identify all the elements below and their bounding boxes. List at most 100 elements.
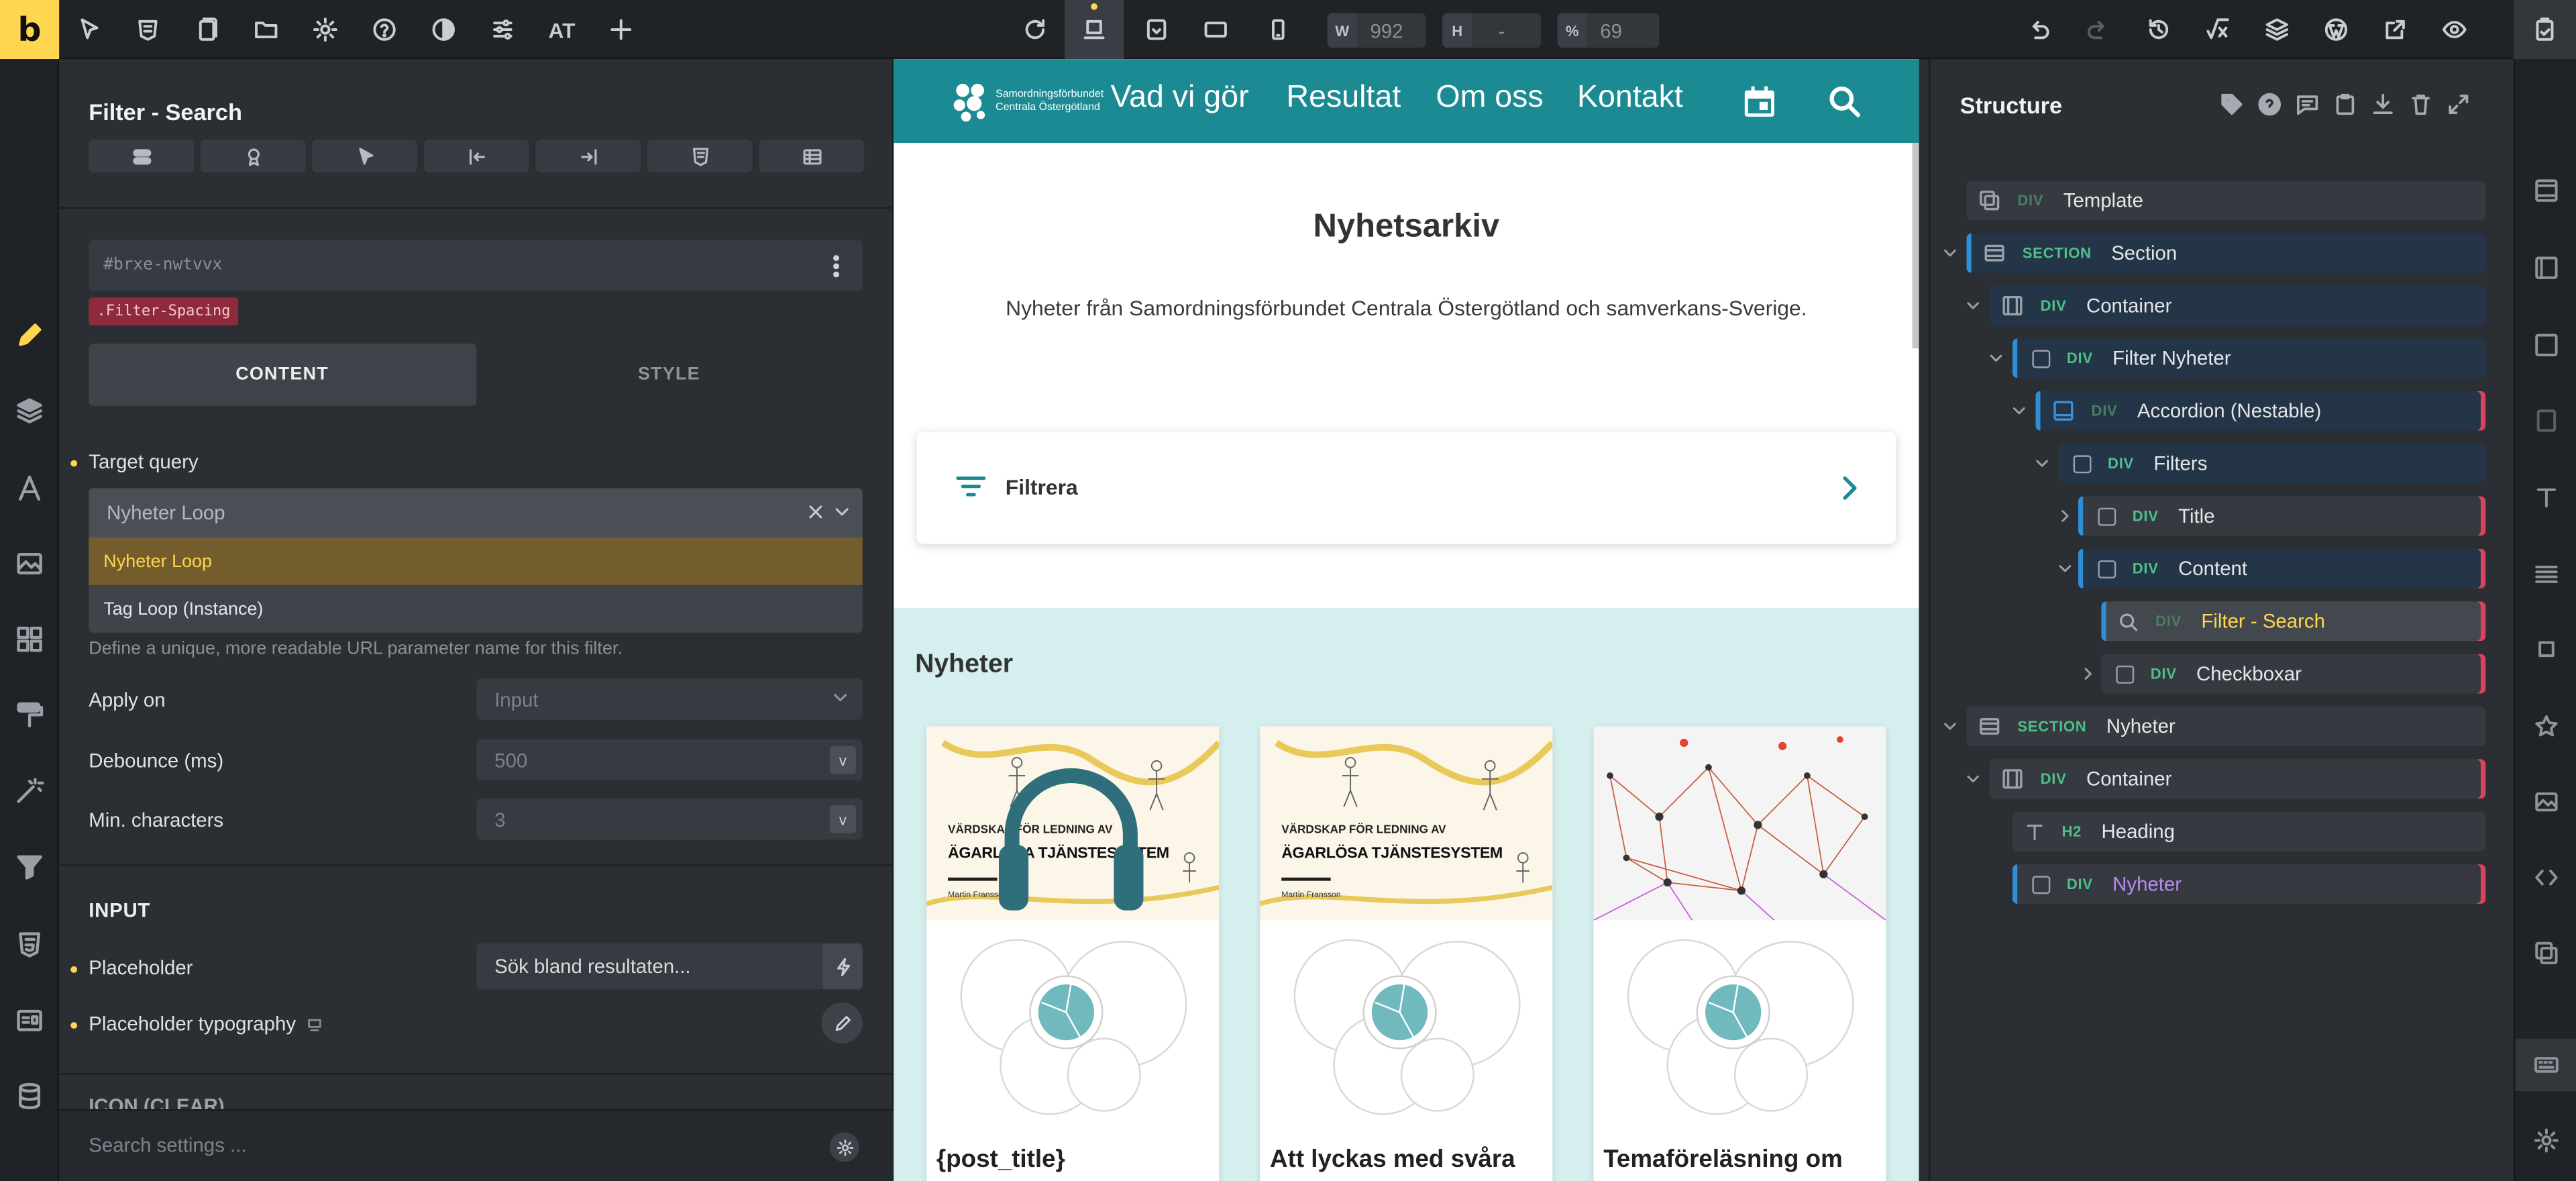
- star-icon[interactable]: [2515, 700, 2576, 752]
- chevron-down-icon[interactable]: [1964, 769, 1983, 788]
- image-icon[interactable]: [2515, 776, 2576, 828]
- tablet-landscape-icon[interactable]: [1186, 0, 1245, 59]
- dropdown-option[interactable]: Tag Loop (Instance): [89, 585, 862, 633]
- chevron-down-icon[interactable]: [1940, 243, 1960, 262]
- typography-icon[interactable]: [0, 460, 59, 516]
- redo-icon[interactable]: [2068, 0, 2127, 59]
- zoom-percent-input[interactable]: % 69: [1557, 13, 1660, 48]
- help-circle-icon[interactable]: [2257, 92, 2282, 117]
- keyboard-icon[interactable]: [2515, 1038, 2576, 1092]
- database-icon[interactable]: [0, 1068, 59, 1124]
- contact-card-icon[interactable]: [0, 992, 59, 1048]
- css-class-tag[interactable]: .Filter-Spacing: [89, 297, 239, 325]
- target-query-select[interactable]: Nyheter Loop: [89, 488, 863, 537]
- apply-on-select[interactable]: Input: [476, 678, 863, 720]
- layers-icon[interactable]: [2247, 0, 2306, 59]
- structure-row[interactable]: DIV Title: [2078, 496, 2486, 536]
- width-input[interactable]: W 992: [1327, 13, 1426, 48]
- calendar-icon[interactable]: [1741, 84, 1778, 120]
- structure-row[interactable]: DIV Content: [2078, 548, 2486, 588]
- code-icon[interactable]: [2515, 852, 2576, 904]
- tab-attributes[interactable]: [647, 140, 753, 173]
- unit-toggle[interactable]: v: [829, 746, 856, 774]
- tag-icon[interactable]: [2220, 92, 2245, 117]
- debounce-input[interactable]: 500 v: [476, 739, 863, 781]
- expand-icon[interactable]: [2447, 92, 2471, 117]
- structure-row[interactable]: DIV Accordion (Nestable): [2035, 391, 2486, 431]
- card-title[interactable]: {post_title}: [936, 1145, 1065, 1174]
- box-icon[interactable]: [2515, 319, 2576, 371]
- edit-pencil-icon[interactable]: [0, 307, 59, 363]
- magic-wand-icon[interactable]: [0, 762, 59, 818]
- nav-vad-vi-gor[interactable]: Vad vi gör: [1111, 81, 1249, 117]
- structure-row-selected[interactable]: DIV Filter - Search: [2101, 601, 2486, 641]
- chevron-down-icon[interactable]: [1940, 717, 1960, 736]
- edit-typography-pen-icon[interactable]: [821, 1002, 863, 1044]
- preview-eye-icon[interactable]: [2425, 0, 2484, 59]
- save-icon[interactable]: [2513, 0, 2576, 60]
- search-icon[interactable]: [1827, 84, 1863, 120]
- bricks-logo[interactable]: b: [0, 0, 60, 60]
- tab-conditions[interactable]: [200, 140, 306, 173]
- html5-icon[interactable]: [0, 917, 59, 973]
- refresh-icon[interactable]: [1006, 0, 1065, 59]
- tab-style[interactable]: STYLE: [476, 344, 863, 406]
- chevron-right-icon[interactable]: [2078, 664, 2098, 683]
- chevron-down-icon[interactable]: [2055, 559, 2075, 578]
- chevron-down-icon[interactable]: [2009, 401, 2029, 421]
- chevron-right-icon[interactable]: [2055, 506, 2075, 525]
- help-icon[interactable]: [355, 0, 414, 59]
- page-icon[interactable]: [2515, 395, 2576, 447]
- contrast-icon[interactable]: [414, 0, 473, 59]
- variables-icon[interactable]: [2188, 0, 2247, 59]
- chevron-down-icon[interactable]: [1986, 348, 2006, 368]
- text-icon[interactable]: [2515, 472, 2576, 524]
- filter-accordion[interactable]: Filtrera: [916, 432, 1896, 544]
- duplicate-icon[interactable]: [2515, 927, 2576, 979]
- wordpress-icon[interactable]: [2306, 0, 2365, 59]
- chevron-down-icon[interactable]: [831, 501, 853, 523]
- external-link-icon[interactable]: [2366, 0, 2425, 59]
- nav-kontakt[interactable]: Kontakt: [1577, 81, 1683, 117]
- preview-canvas[interactable]: Samordningsförbundet Centrala Östergötla…: [894, 59, 1919, 1181]
- select-cursor-icon[interactable]: [59, 0, 118, 59]
- tab-content[interactable]: CONTENT: [89, 343, 476, 406]
- unit-toggle[interactable]: v: [829, 805, 856, 833]
- placeholder-input[interactable]: Sök bland resultaten...: [476, 943, 863, 990]
- tab-prev[interactable]: [423, 140, 529, 173]
- desktop-breakpoint-icon[interactable]: [1064, 0, 1124, 60]
- undo-icon[interactable]: [2009, 0, 2068, 59]
- structure-row[interactable]: DIV Filters: [2058, 444, 2486, 484]
- kebab-menu-icon[interactable]: [823, 253, 849, 279]
- history-icon[interactable]: [2129, 0, 2188, 59]
- tab-layout[interactable]: [89, 140, 194, 173]
- structure-row[interactable]: H2 Heading: [2012, 811, 2486, 852]
- layers-rail-icon[interactable]: [0, 383, 59, 439]
- nav-resultat[interactable]: Resultat: [1287, 81, 1401, 117]
- structure-row[interactable]: DIV Container: [1989, 286, 2486, 325]
- laptop-breakpoint-icon[interactable]: [1127, 0, 1186, 59]
- trash-icon[interactable]: [2408, 92, 2433, 117]
- height-input[interactable]: H -: [1442, 13, 1542, 48]
- structure-row[interactable]: DIV Filter Nyheter: [2012, 338, 2486, 378]
- mobile-breakpoint-icon[interactable]: [1248, 0, 1307, 59]
- custom-text-button[interactable]: AT: [532, 0, 591, 59]
- search-settings-input[interactable]: Search settings ...: [89, 1134, 246, 1157]
- news-card[interactable]: VÄRDSKAP FÖR LEDNING AV ÄGARLÖSA TJÄNSTE…: [1260, 726, 1553, 1181]
- min-characters-input[interactable]: 3 v: [476, 799, 863, 840]
- card-title[interactable]: Att lyckas med svåra: [1270, 1145, 1515, 1174]
- tab-interactions[interactable]: [312, 140, 418, 173]
- add-element-icon[interactable]: [592, 0, 651, 59]
- filter-funnel-icon[interactable]: [0, 838, 59, 894]
- nav-om-oss[interactable]: Om oss: [1436, 81, 1543, 117]
- image-icon[interactable]: [0, 535, 59, 591]
- template-icon[interactable]: [118, 0, 177, 59]
- clipboard-icon[interactable]: [2333, 92, 2358, 117]
- pages-icon[interactable]: [177, 0, 236, 59]
- structure-row[interactable]: DIV Container: [1989, 759, 2486, 799]
- grid-icon[interactable]: [0, 611, 59, 667]
- structure-row[interactable]: DIV Nyheter: [2012, 864, 2486, 904]
- folder-icon[interactable]: [237, 0, 296, 59]
- chevron-down-icon[interactable]: [1964, 296, 1983, 315]
- structure-row[interactable]: DIV Checkboxar: [2101, 654, 2486, 694]
